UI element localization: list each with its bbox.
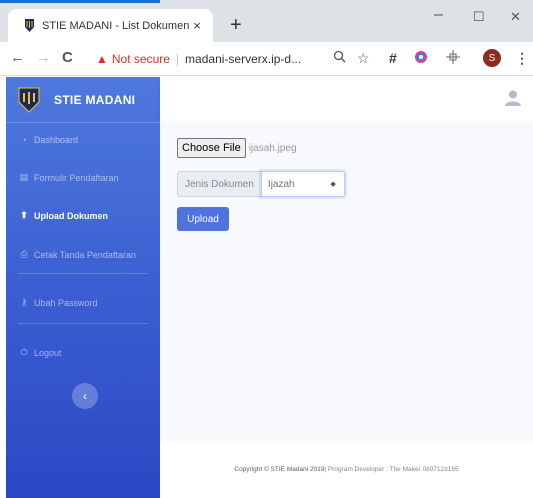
key-icon: ⚷ xyxy=(20,297,28,307)
warning-icon: ▲ xyxy=(96,52,108,66)
address-bar-row: ← → C ▲ Not secure | madani-serverx.ip-d… xyxy=(0,42,533,76)
new-tab-button[interactable]: + xyxy=(230,15,242,35)
chevron-left-icon: ‹ xyxy=(83,389,87,403)
tab-title: STIE MADANI - List Dokumen xyxy=(42,19,189,32)
sidebar-brand[interactable]: STIE MADANI xyxy=(6,77,160,123)
close-window-button[interactable]: ✕ xyxy=(510,9,521,25)
document-type-value: Ijazah xyxy=(267,178,295,190)
not-secure-label[interactable]: Not secure xyxy=(112,52,170,66)
document-type-group: Jenis Dokumen Ijazah ◆ xyxy=(177,171,345,197)
sidebar-item-label: Formulir Pendaftaran xyxy=(34,172,119,183)
footer: Copyright © STIE Madani 2019 | Program D… xyxy=(160,441,533,498)
sidebar-toggle-button[interactable]: ‹ xyxy=(72,383,98,409)
selected-file-name: ijasah.jpeg xyxy=(248,142,297,154)
stie-logo-icon xyxy=(16,87,42,113)
sidebar-item-ubah-password[interactable]: ⚷ Ubah Password xyxy=(6,297,160,308)
browser-menu-icon[interactable]: ⋮ xyxy=(515,50,529,67)
sidebar-item-label: Cetak Tanda Pendaftaran xyxy=(34,249,136,260)
color-extension-icon[interactable] xyxy=(414,50,428,67)
browser-tab[interactable]: STIE MADANI - List Dokumen × xyxy=(8,9,213,42)
stie-favicon-icon xyxy=(24,19,34,33)
select-arrows-icon: ◆ xyxy=(330,181,336,188)
document-type-label: Jenis Dokumen xyxy=(177,171,261,197)
print-icon: ⎙ xyxy=(20,249,28,259)
zoom-icon[interactable] xyxy=(333,50,346,66)
upload-icon: ⬆ xyxy=(20,210,28,220)
url-text[interactable]: madani-serverx.ip-d... xyxy=(185,52,301,66)
omnibox-separator: | xyxy=(175,52,180,66)
sidebar-item-label: Logout xyxy=(34,347,62,358)
back-button[interactable]: ← xyxy=(10,49,25,66)
top-navbar xyxy=(160,77,533,121)
forward-button[interactable]: → xyxy=(36,49,51,66)
bookmark-star-icon[interactable]: ☆ xyxy=(357,50,370,67)
minimize-button[interactable]: – xyxy=(434,6,443,24)
sidebar-divider xyxy=(18,323,148,324)
sidebar: STIE MADANI ◔ Dashboard ▤ Formulir Penda… xyxy=(6,77,160,498)
sidebar-item-upload[interactable]: ⬆ Upload Dokumen xyxy=(6,210,160,221)
dashboard-icon: ◔ xyxy=(21,135,27,145)
choose-file-button[interactable]: Choose File xyxy=(177,138,246,158)
profile-avatar[interactable]: S xyxy=(483,49,501,67)
footer-developer: | Program Developer : The Maker 08971231… xyxy=(324,466,459,473)
file-input-row: Choose File ijasah.jpeg xyxy=(177,138,297,158)
browser-tab-strip: STIE MADANI - List Dokumen × + – ☐ ✕ xyxy=(0,0,533,42)
footer-copyright: Copyright © STIE Madani 2019 xyxy=(234,466,325,473)
sidebar-item-label: Ubah Password xyxy=(34,297,98,308)
hashtag-extension-icon[interactable]: # xyxy=(389,50,397,66)
sidebar-item-dashboard[interactable]: ◔ Dashboard xyxy=(6,135,160,145)
sidebar-item-label: Dashboard xyxy=(34,135,79,145)
tab-close-icon[interactable]: × xyxy=(189,18,205,33)
crosshair-extension-icon[interactable] xyxy=(446,50,460,67)
sidebar-item-label: Upload Dokumen xyxy=(34,210,109,221)
sidebar-item-logout[interactable]: ⏻ Logout xyxy=(6,347,160,358)
form-icon: ▤ xyxy=(19,172,29,182)
maximize-button[interactable]: ☐ xyxy=(473,9,485,25)
brand-name: STIE MADANI xyxy=(54,92,136,107)
document-type-select[interactable]: Ijazah ◆ xyxy=(260,171,345,197)
sidebar-item-cetak[interactable]: ⎙ Cetak Tanda Pendaftaran xyxy=(6,249,160,260)
main-content: Choose File ijasah.jpeg Jenis Dokumen Ij… xyxy=(160,121,533,441)
power-icon: ⏻ xyxy=(20,347,28,357)
window-accent xyxy=(0,0,160,3)
sidebar-item-formulir[interactable]: ▤ Formulir Pendaftaran xyxy=(6,172,160,183)
reload-button[interactable]: C xyxy=(62,49,73,66)
upload-button[interactable]: Upload xyxy=(177,207,229,231)
user-icon[interactable] xyxy=(504,89,522,107)
sidebar-divider xyxy=(18,273,148,274)
